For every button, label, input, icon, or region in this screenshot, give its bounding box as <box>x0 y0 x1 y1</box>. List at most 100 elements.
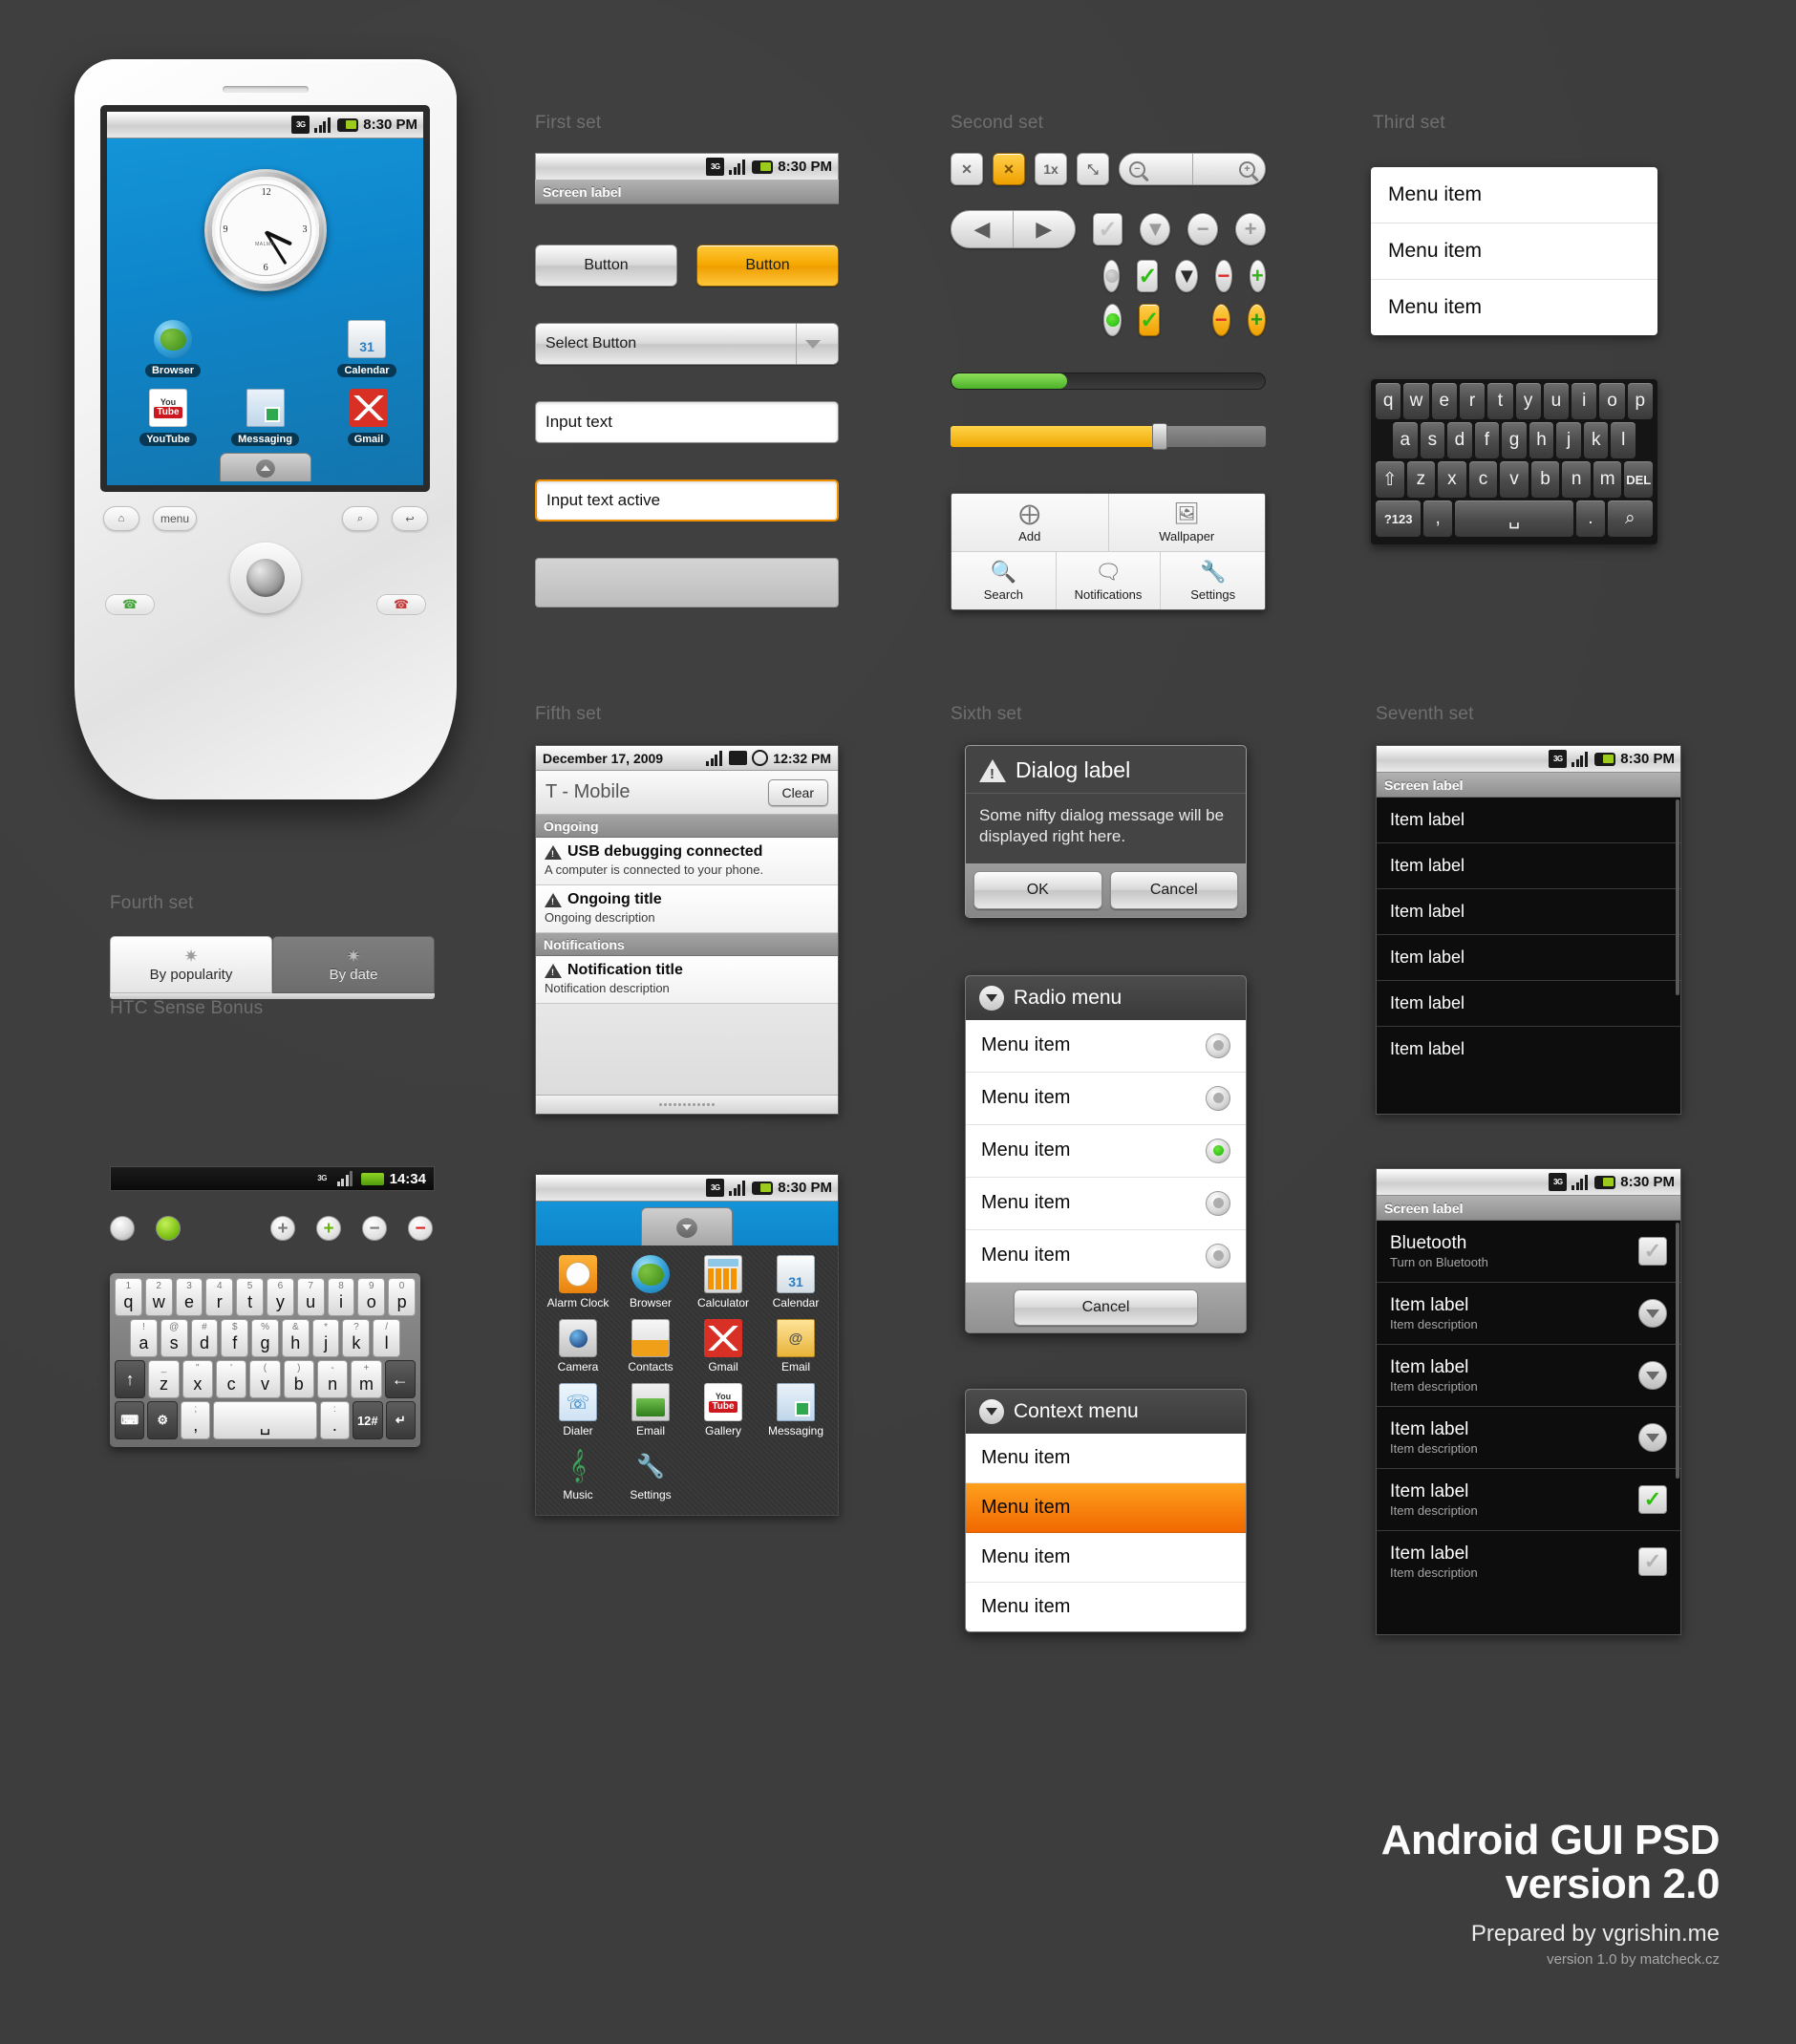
key-space[interactable]: ␣ <box>213 1401 317 1439</box>
key-period[interactable]: . <box>1576 500 1605 537</box>
htc-radio-on[interactable] <box>156 1216 181 1241</box>
key-i[interactable]: 8i <box>327 1278 355 1316</box>
key-g[interactable]: % g <box>251 1319 279 1357</box>
key-x[interactable]: " x <box>182 1360 213 1398</box>
context-menu-item[interactable]: Menu item <box>966 1533 1246 1583</box>
tab-by-date[interactable]: ✷ By date <box>272 936 435 993</box>
home-key[interactable]: ⌂ <box>103 506 139 531</box>
key-w[interactable]: 2w <box>144 1278 173 1316</box>
key-o[interactable]: 9o <box>357 1278 386 1316</box>
close-button-active[interactable]: ✕ <box>993 153 1025 185</box>
dialog-cancel-button[interactable]: Cancel <box>1109 870 1238 909</box>
notification-drag-handle[interactable] <box>536 1095 838 1114</box>
nav-back-button[interactable]: ◀ <box>951 211 1014 247</box>
app-calendar[interactable]: 31 Calendar <box>759 1255 832 1309</box>
app-settings[interactable]: 🔧 Settings <box>614 1447 687 1502</box>
checkbox-off[interactable]: ✓ <box>1638 1547 1667 1576</box>
list-item[interactable]: Item label <box>1377 843 1680 889</box>
radio-menu-item[interactable]: Menu item <box>966 1230 1246 1283</box>
key-delete[interactable]: DEL <box>1624 461 1654 498</box>
app-gmail[interactable]: Gmail <box>687 1319 759 1373</box>
app-email-photos[interactable]: Email <box>614 1383 687 1437</box>
htc-plus-gray[interactable]: + <box>270 1216 295 1241</box>
radio-menu-cancel-button[interactable]: Cancel <box>1014 1288 1198 1326</box>
key-u[interactable]: u <box>1543 383 1570 419</box>
radio-button-on[interactable] <box>1103 304 1122 336</box>
key-comma[interactable]: , <box>1423 500 1452 537</box>
key-search[interactable]: ⌕ <box>1607 500 1653 537</box>
dropdown-button-disabled[interactable]: ▼ <box>1140 213 1171 245</box>
key-v[interactable]: v <box>1500 461 1529 498</box>
key-symbols[interactable]: ?123 <box>1376 500 1422 537</box>
checkbox-disabled[interactable]: ✓ <box>1092 213 1123 245</box>
radio-menu-item[interactable]: Menu item <box>966 1020 1246 1073</box>
key-u[interactable]: 7u <box>296 1278 325 1316</box>
list-item[interactable]: Item label <box>1377 889 1680 935</box>
scrollbar[interactable] <box>1676 1223 1679 1480</box>
tab-by-popularity[interactable]: ✷ By popularity <box>110 936 272 993</box>
list-item[interactable]: Item label <box>1377 798 1680 843</box>
menu-item[interactable]: Menu item <box>1371 224 1657 280</box>
radio-menu-item[interactable]: Menu item <box>966 1178 1246 1230</box>
one-x-button[interactable]: 1x <box>1035 153 1067 185</box>
app-music[interactable]: 𝄞 Music <box>542 1447 614 1501</box>
key-y[interactable]: 6y <box>266 1278 294 1316</box>
checkbox-off[interactable]: ✓ <box>1638 1237 1667 1266</box>
key-a[interactable]: a <box>1392 422 1418 458</box>
menu-item[interactable]: Menu item <box>1371 167 1657 224</box>
key-keyboard-hide[interactable]: ⌨ <box>115 1401 145 1439</box>
key-j[interactable]: * j <box>311 1319 340 1357</box>
home-icon-gmail[interactable]: Gmail <box>331 389 406 447</box>
radio-menu-item[interactable]: Menu item <box>966 1125 1246 1178</box>
app-camera[interactable]: Camera <box>542 1319 614 1373</box>
zoom-in-button[interactable]: + <box>1193 154 1266 184</box>
radio-button-off[interactable] <box>1103 260 1121 292</box>
key-s[interactable]: s <box>1420 422 1445 458</box>
app-calculator[interactable]: Calculator <box>687 1255 759 1309</box>
key-d[interactable]: d <box>1447 422 1472 458</box>
select-button[interactable]: Select Button <box>535 323 839 365</box>
key-backspace[interactable]: ← <box>384 1360 416 1398</box>
key-h[interactable]: h <box>1529 422 1554 458</box>
htc-plus-green[interactable]: + <box>316 1216 341 1241</box>
key-t[interactable]: t <box>1487 383 1513 419</box>
key-w[interactable]: w <box>1403 383 1429 419</box>
radio-button-selected[interactable] <box>1206 1138 1230 1163</box>
key-i[interactable]: i <box>1572 383 1597 419</box>
key-j[interactable]: j <box>1556 422 1581 458</box>
key-enter[interactable]: ↵ <box>385 1401 417 1439</box>
dialog-ok-button[interactable]: OK <box>973 870 1102 909</box>
minus-button-disabled[interactable]: − <box>1187 213 1219 245</box>
close-button[interactable]: ✕ <box>951 153 983 185</box>
key-x[interactable]: x <box>1438 461 1466 498</box>
home-icon-browser[interactable]: Browser <box>136 320 210 378</box>
context-menu-item[interactable]: Menu item <box>966 1434 1246 1483</box>
call-key[interactable]: ☎ <box>105 594 155 615</box>
plus-button-amber[interactable]: + <box>1247 304 1266 336</box>
minus-button-amber[interactable]: − <box>1211 304 1230 336</box>
list-item[interactable]: Item label Item description ✓ <box>1377 1531 1680 1592</box>
list-item[interactable]: Item label <box>1377 981 1680 1027</box>
plain-button[interactable]: Button <box>535 245 677 287</box>
fullscreen-button[interactable]: ⤡ <box>1077 153 1109 185</box>
search-key[interactable]: ⌕ <box>342 506 378 531</box>
options-menu-item-search[interactable]: 🔍 Search <box>951 552 1057 609</box>
key-shift[interactable]: ⇧ <box>1375 461 1404 498</box>
app-contacts[interactable]: Contacts <box>614 1319 687 1373</box>
slider[interactable] <box>951 423 1266 450</box>
key-z[interactable]: z <box>1406 461 1436 498</box>
dark-keyboard[interactable]: q w e r t y u i o p a s d f g h j k l ⇧ … <box>1371 379 1657 544</box>
key-k[interactable]: ? k <box>342 1319 371 1357</box>
app-dialer[interactable]: ☏ Dialer <box>542 1383 614 1437</box>
list-item[interactable]: Item label Item description ✓ <box>1377 1469 1680 1531</box>
list-item[interactable]: Item label <box>1377 1027 1680 1072</box>
key-m[interactable]: m <box>1593 461 1622 498</box>
nav-forward-button[interactable]: ▶ <box>1014 211 1075 247</box>
key-settings[interactable]: ⚙ <box>147 1401 178 1439</box>
nav-pill[interactable]: ◀ ▶ <box>951 210 1076 248</box>
key-n[interactable]: n <box>1562 461 1591 498</box>
end-call-key[interactable]: ☎ <box>376 594 426 615</box>
options-menu-item-settings[interactable]: 🔧 Settings <box>1161 552 1265 609</box>
key-p[interactable]: p <box>1627 383 1653 419</box>
checkbox-on[interactable]: ✓ <box>1638 1485 1667 1514</box>
